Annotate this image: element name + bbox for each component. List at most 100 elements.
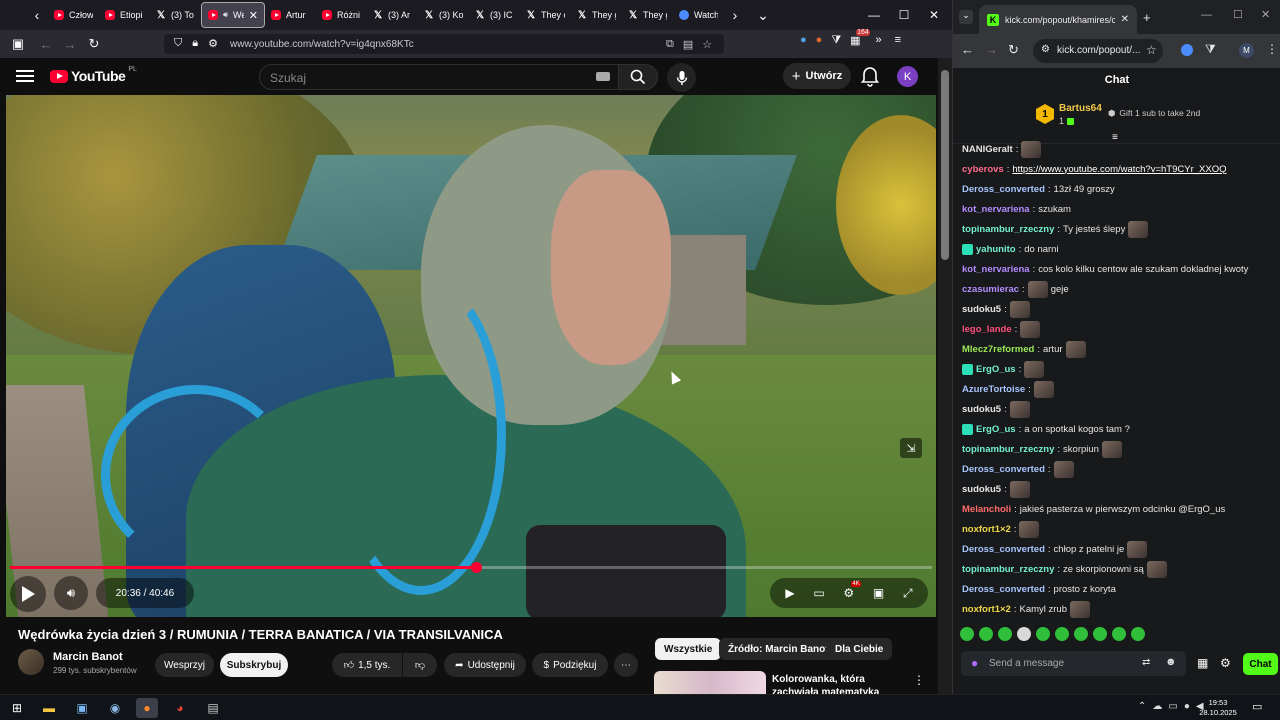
chat-message[interactable]: topinambur_rzeczny: ze skorpionowni są (962, 560, 1167, 578)
keyboard-icon[interactable] (596, 72, 610, 81)
chat-username[interactable]: Deross_converted (962, 544, 1045, 555)
reader-view-icon[interactable]: ▤ (683, 38, 693, 51)
windows-start-icon[interactable]: ⊞ (6, 698, 28, 718)
recommended-title[interactable]: Kolorowanka, która zachwiała matematyką (772, 673, 907, 694)
chat-message[interactable]: ErgO_us: a on spotkal kogos tam ? (962, 420, 1130, 438)
profile-avatar[interactable]: M (1239, 43, 1254, 58)
more-actions-button[interactable]: ⋯ (614, 653, 638, 677)
share-button[interactable]: ➦ Udostępnij (444, 653, 526, 677)
page-scrollbar[interactable] (938, 58, 952, 694)
chat-message[interactable]: AzureTortoise: (962, 380, 1054, 398)
chat-username[interactable]: AzureTortoise (962, 384, 1025, 395)
chat-message[interactable]: noxfort1×2: Kamyl zrub (962, 600, 1090, 618)
browser-tab[interactable]: 𝕏 They c (520, 2, 571, 28)
hamburger-menu-icon[interactable]: ≡ (895, 34, 901, 47)
settings-gear-icon[interactable]: ⚙ 4K (843, 581, 861, 600)
chat-username[interactable]: topinambur_rzeczny (962, 444, 1054, 455)
site-info-icon[interactable]: ⚙ (1041, 44, 1050, 55)
browser-tab[interactable]: 🔊︎ We ✕ (201, 2, 265, 28)
network-icon[interactable]: ▭ (1168, 701, 1177, 712)
lock-icon[interactable]: 🔒︎ (192, 37, 198, 50)
steam-icon[interactable]: ◉ (104, 698, 126, 718)
notification-icon[interactable]: ▭ (1252, 700, 1262, 713)
play-button[interactable] (10, 576, 46, 612)
browser-tab[interactable]: 𝕏 (3) IC (469, 2, 520, 28)
forward-arrow-icon[interactable]: → (985, 42, 998, 57)
chat-message-input[interactable]: ● Send a message ⇄ ☻ (961, 651, 1186, 676)
volume-button[interactable]: 🔊︎ (54, 576, 88, 610)
pinned-user[interactable]: Bartus64 (1059, 103, 1102, 114)
extension-fox-icon[interactable]: ● (816, 34, 823, 47)
browser-tab[interactable]: 𝕏 They g (622, 2, 673, 28)
chat-message[interactable]: sudoku5: (962, 300, 1030, 318)
chat-message[interactable]: ErgO_us: (962, 360, 1045, 378)
channel-name[interactable]: Marcin Banot (53, 651, 123, 663)
close-window-button[interactable]: ✕ (1261, 8, 1270, 21)
back-arrow-icon[interactable]: ← (961, 42, 974, 57)
sidebar-toggle-icon[interactable]: ▣ (6, 32, 30, 56)
reload-icon[interactable]: ↻ (82, 32, 106, 56)
emote-icon[interactable] (1055, 627, 1069, 641)
permissions-icon[interactable]: ⚙ (208, 37, 218, 50)
chat-message[interactable]: czasumierac: geje (962, 280, 1069, 298)
chat-username[interactable]: noxfort1×2 (962, 524, 1011, 535)
browser-tab[interactable]: Etiopi (99, 2, 150, 28)
extension-badge-icon[interactable]: ▦ 164 (850, 29, 870, 47)
browser-tab[interactable]: Różni (316, 2, 367, 28)
close-window-button[interactable]: ✕ (918, 0, 950, 30)
gift-shop-icon[interactable]: ▦ (1197, 656, 1208, 670)
maximize-button[interactable]: ☐ (1233, 8, 1243, 21)
fullscreen-icon[interactable]: ⤢ (903, 586, 913, 601)
calculator-icon[interactable]: ▤ (202, 698, 224, 718)
shield-icon[interactable]: ⛉ (174, 37, 182, 50)
reload-icon[interactable]: ↻ (1008, 42, 1019, 58)
scrubber-handle[interactable] (470, 562, 482, 573)
chat-message[interactable]: Deross_converted:13zł 49 groszy (962, 180, 1115, 198)
youtube-logo[interactable]: YouTube PL (50, 66, 137, 84)
chat-username[interactable]: lego_lande (962, 324, 1012, 335)
chat-username[interactable]: topinambur_rzeczny (962, 224, 1054, 235)
chat-username[interactable]: yahunito (976, 244, 1016, 255)
chat-username[interactable]: cyberovs (962, 164, 1004, 175)
taskbar-clock[interactable]: 19:53 28.10.2025 (1197, 698, 1239, 718)
firefox-icon[interactable]: ● (136, 698, 158, 718)
chat-messages[interactable]: NANIGeralt: cyberovs: https://www.youtube.… (953, 140, 1280, 620)
emoji-picker-icon[interactable]: ☻ (1165, 656, 1177, 668)
chat-username[interactable]: Mlecz7reformed (962, 344, 1034, 355)
browser-tab[interactable]: 𝕏 (3) To (150, 2, 201, 28)
create-button[interactable]: + Utwórz (783, 63, 851, 89)
channel-avatar[interactable] (18, 649, 44, 675)
emote-icon[interactable] (960, 627, 974, 641)
chat-message[interactable]: kot_nervariena: cos kolo kilku centow ale… (962, 260, 1248, 278)
chat-message[interactable]: Melancholi: jakieś pasterza w pierwszym o… (962, 500, 1225, 518)
chat-username[interactable]: czasumierac (962, 284, 1019, 295)
chrome-icon[interactable]: ◕ (169, 698, 191, 718)
browser-tab[interactable]: 𝕏 (3) Ko (418, 2, 469, 28)
emote-icon[interactable] (1093, 627, 1107, 641)
url-bar[interactable]: ⛉ 🔒︎ ⚙ www.youtube.com/watch?v=ig4qnx68K… (164, 34, 724, 54)
chat-username[interactable]: ErgO_us (976, 364, 1016, 375)
send-chat-button[interactable]: Chat (1243, 653, 1278, 675)
extension-icon[interactable] (1181, 44, 1193, 56)
chat-username[interactable]: Deross_converted (962, 464, 1045, 475)
chrome-menu-icon[interactable]: ⋮ (1266, 42, 1278, 56)
tab-close-icon[interactable]: ✕ (249, 9, 258, 22)
miniplayer-icon[interactable]: ⇲ (900, 438, 922, 458)
overflow-chevron-icon[interactable]: » (876, 34, 882, 47)
chat-username[interactable]: Deross_converted (962, 584, 1045, 595)
chat-username[interactable]: Deross_converted (962, 184, 1045, 195)
tab-list-chevron-down-icon[interactable]: ⌄ (752, 0, 774, 30)
browser-tab[interactable]: Watch (673, 2, 724, 28)
emote-icon[interactable] (1131, 627, 1145, 641)
new-tab-plus-icon[interactable]: + (1143, 10, 1151, 25)
chat-username[interactable]: Melancholi (962, 504, 1011, 515)
chat-message[interactable]: topinambur_rzeczny: Ty jesteś ślepy (962, 220, 1149, 238)
emote-icon[interactable] (998, 627, 1012, 641)
minimize-button[interactable]: — (858, 0, 890, 30)
browser-tab[interactable]: 𝕏 They g (571, 2, 622, 28)
emote-icon[interactable] (979, 627, 993, 641)
guide-menu-icon[interactable] (15, 67, 35, 87)
extensions-puzzle-icon[interactable]: ⧩ (1205, 42, 1216, 57)
chat-settings-gear-icon[interactable]: ⚙ (1220, 656, 1231, 670)
chip-source[interactable]: Źródło: Marcin Banot (719, 638, 838, 660)
